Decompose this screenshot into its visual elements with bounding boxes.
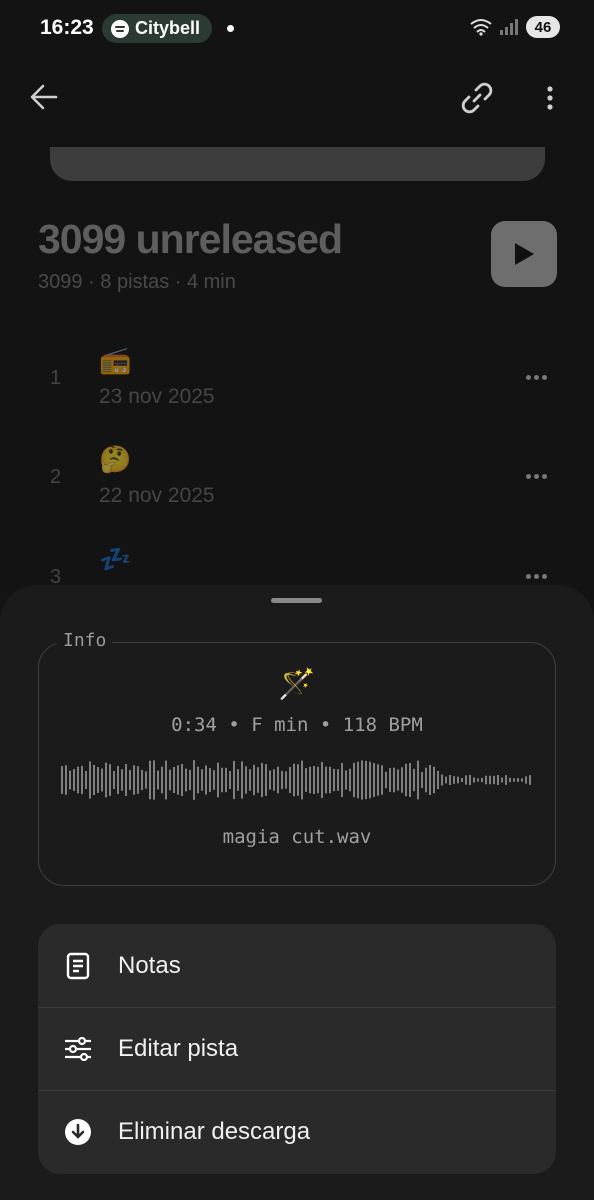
menu-item-label: Eliminar descarga [118, 1118, 311, 1145]
play-button[interactable] [491, 221, 557, 287]
track-info-emoji: 🪄 [278, 668, 316, 701]
download-remove-icon [65, 1119, 91, 1145]
track-date: 22 nov 2025 [99, 484, 215, 507]
menu-item-notes[interactable]: Notas [38, 924, 556, 1007]
track-row[interactable]: 1 📻 23 nov 2025 [0, 345, 594, 435]
track-options-sheet: Info 🪄 0:34 • F min • 118 BPM magia cut.… [0, 585, 594, 1200]
playlist-artwork [50, 147, 545, 181]
track-emoji: 🤔 [99, 444, 132, 474]
track-emoji: 💤 [99, 544, 132, 574]
track-file-name: magia cut.wav [222, 826, 372, 848]
link-icon[interactable] [459, 80, 495, 116]
signal-icon [500, 19, 518, 35]
notification-dot [227, 25, 234, 32]
track-number: 2 [50, 466, 62, 488]
playlist-title: 3099 unreleased [38, 216, 343, 262]
status-icons: 46 [470, 16, 560, 38]
more-vertical-icon[interactable] [546, 86, 554, 110]
track-date: 23 nov 2025 [99, 385, 215, 408]
menu-item-edit-track[interactable]: Editar pista [38, 1007, 556, 1090]
playlist-meta: 3099 · 8 pistas · 4 min [38, 271, 236, 293]
track-number: 1 [50, 367, 62, 389]
back-arrow-icon[interactable] [30, 84, 58, 110]
track-more-icon[interactable] [526, 574, 547, 579]
now-playing-app: Citybell [135, 18, 201, 38]
status-bar: 16:23 Citybell 46 [0, 0, 594, 58]
track-more-icon[interactable] [526, 474, 547, 479]
menu-item-remove-download[interactable]: Eliminar descarga [38, 1090, 556, 1173]
spotify-icon [111, 19, 129, 38]
track-row[interactable]: 2 🤔 22 nov 2025 [0, 444, 594, 534]
now-playing-pill[interactable]: Citybell [102, 14, 213, 43]
notes-icon [66, 952, 90, 979]
track-info-meta: 0:34 • F min • 118 BPM [171, 714, 423, 736]
track-more-icon[interactable] [526, 375, 547, 380]
battery-indicator: 46 [526, 16, 560, 38]
sliders-icon [65, 1037, 91, 1061]
sheet-drag-handle[interactable] [271, 598, 322, 603]
info-legend: Info [57, 630, 113, 651]
wifi-icon [470, 19, 492, 36]
track-info-panel: Info 🪄 0:34 • F min • 118 BPM magia cut.… [38, 630, 556, 886]
menu-item-label: Editar pista [118, 1035, 239, 1062]
track-emoji: 📻 [99, 345, 132, 375]
waveform [61, 760, 531, 800]
track-options-menu: Notas Editar pista Eliminar descarga [38, 924, 556, 1174]
status-time: 16:23 [40, 16, 94, 39]
menu-item-label: Notas [118, 951, 181, 979]
play-icon [515, 243, 534, 265]
